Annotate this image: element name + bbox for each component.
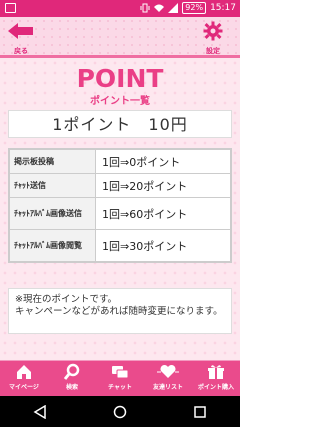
back-button[interactable]: 戻る xyxy=(6,21,36,55)
home-circle-icon[interactable] xyxy=(113,405,127,419)
settings-button[interactable]: 設定 xyxy=(200,21,226,55)
row-label: 掲示板投稿 xyxy=(9,149,96,174)
notice-line: ※現在のポイントです。 xyxy=(15,294,118,305)
back-label: 戻る xyxy=(14,47,28,55)
nav-label: 友達リスト xyxy=(152,384,183,391)
nav-label: マイページ xyxy=(9,384,39,391)
battery-indicator: 92% xyxy=(182,2,207,14)
bottom-nav: マイページ 検索 チャット 友達リスト ポイント購入 xyxy=(0,360,240,396)
notification-image-icon xyxy=(5,3,16,13)
row-label: ﾁｬｯﾄｱﾙﾊﾞﾑ画像送信 xyxy=(9,197,96,230)
row-value: 1回⇒0ポイント xyxy=(95,149,231,174)
main-content: POINT ポイント一覧 1ポイント 10円 掲示板投稿 1回⇒0ポイント ﾁｬ… xyxy=(0,58,240,360)
signal-icon xyxy=(168,3,179,13)
nav-mypage[interactable]: マイページ xyxy=(0,361,48,396)
nav-label: ポイント購入 xyxy=(197,384,234,391)
notice-line: キャンペーンなどがあれば随時変更になります。 xyxy=(15,306,223,317)
vibrate-icon xyxy=(140,3,150,13)
nav-chat[interactable]: チャット xyxy=(96,361,144,396)
nav-search[interactable]: 検索 xyxy=(48,361,96,396)
row-value: 1回⇒20ポイント xyxy=(95,173,231,198)
page-subtitle: ポイント一覧 xyxy=(90,96,150,107)
row-label: ﾁｬｯﾄｱﾙﾊﾞﾑ画像閲覧 xyxy=(9,229,96,262)
table-row: 掲示板投稿 1回⇒0ポイント xyxy=(9,149,231,174)
table-row: ﾁｬｯﾄｱﾙﾊﾞﾑ画像閲覧 1回⇒30ポイント xyxy=(9,229,231,262)
settings-label: 設定 xyxy=(206,47,220,55)
clock: 15:17 xyxy=(210,3,236,13)
row-value: 1回⇒60ポイント xyxy=(95,197,231,230)
row-label: ﾁｬｯﾄ送信 xyxy=(9,173,96,198)
page-title: POINT xyxy=(76,64,164,93)
nav-buy-points[interactable]: ポイント購入 xyxy=(192,361,240,396)
back-arrow-icon xyxy=(8,23,33,39)
nav-label: 検索 xyxy=(65,384,78,391)
point-rate: 1ポイント 10円 xyxy=(8,110,232,138)
points-table: 掲示板投稿 1回⇒0ポイント ﾁｬｯﾄ送信 1回⇒20ポイント ﾁｬｯﾄｱﾙﾊﾞ… xyxy=(8,148,232,263)
app-header: 戻る 設定 xyxy=(0,17,240,58)
search-icon xyxy=(63,363,80,380)
row-value: 1回⇒30ポイント xyxy=(95,229,231,262)
table-row: ﾁｬｯﾄｱﾙﾊﾞﾑ画像送信 1回⇒60ポイント xyxy=(9,197,231,230)
status-bar: 92% 15:17 xyxy=(0,0,240,17)
recents-square-icon[interactable] xyxy=(193,405,207,419)
gear-icon xyxy=(203,21,223,41)
system-nav-bar xyxy=(0,396,240,427)
heart-icon xyxy=(157,364,179,378)
notice-box: ※現在のポイントです。 キャンペーンなどがあれば随時変更になります。 xyxy=(8,288,232,334)
table-row: ﾁｬｯﾄ送信 1回⇒20ポイント xyxy=(9,173,231,198)
nav-label: チャット xyxy=(108,384,132,391)
wifi-icon xyxy=(154,4,165,12)
back-triangle-icon[interactable] xyxy=(33,404,47,419)
home-icon xyxy=(17,365,31,379)
gift-icon xyxy=(208,365,224,379)
chat-icon xyxy=(112,366,129,379)
status-icons: 92% 15:17 xyxy=(140,2,236,14)
nav-friends[interactable]: 友達リスト xyxy=(144,361,192,396)
